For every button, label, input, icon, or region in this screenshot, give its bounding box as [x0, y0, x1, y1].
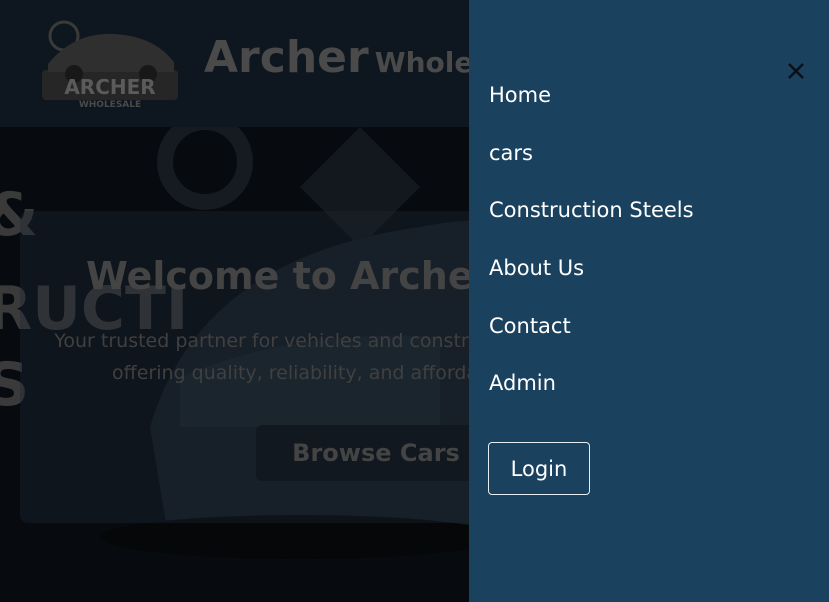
brand-name: Archer: [204, 32, 369, 83]
svg-text:WHOLESALE: WHOLESALE: [79, 100, 141, 110]
close-icon: [788, 63, 804, 79]
nav-item-contact[interactable]: Contact: [489, 312, 571, 340]
nav-item-about-us[interactable]: About Us: [489, 254, 584, 282]
nav-drawer: Home cars Construction Steels About Us C…: [469, 0, 829, 602]
close-button[interactable]: [781, 56, 811, 86]
nav-item-cars[interactable]: cars: [489, 139, 533, 167]
nav-item-construction-steels[interactable]: Construction Steels: [489, 196, 694, 224]
browse-cars-button[interactable]: Browse Cars: [256, 425, 496, 481]
login-button[interactable]: Login: [488, 442, 590, 495]
nav-item-home[interactable]: Home: [489, 81, 551, 109]
logo: ARCHER WHOLESALE: [42, 20, 178, 110]
svg-text:ARCHER: ARCHER: [64, 75, 155, 99]
nav-item-admin[interactable]: Admin: [489, 369, 556, 397]
